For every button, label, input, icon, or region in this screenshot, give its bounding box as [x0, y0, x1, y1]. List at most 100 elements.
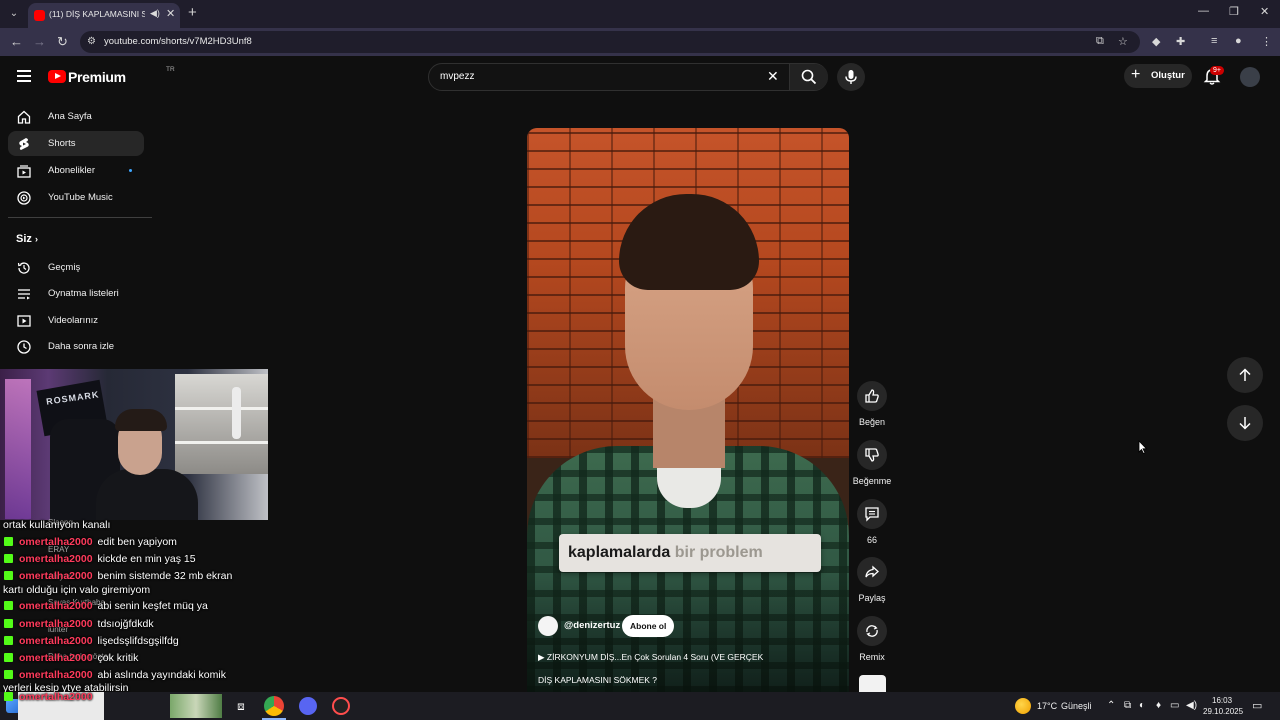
youtube-favicon-icon [34, 10, 45, 21]
chat-text: çok kritik [97, 652, 139, 664]
subscribe-button[interactable]: Abone ol [622, 615, 675, 637]
sidebar-item-youtube-music[interactable]: YouTube Music [8, 185, 144, 210]
video-title[interactable]: ▶ ZİRKONYUM DİŞ...En Çok Sorulan 4 Soru … [538, 646, 838, 692]
taskbar-widget-image[interactable] [170, 694, 222, 718]
arrow-up-icon [1239, 368, 1251, 381]
clock-time[interactable]: 16:03 [1212, 696, 1232, 705]
browser-menu-icon[interactable]: ⋮ [1261, 35, 1272, 48]
volume-icon[interactable]: ◀) [1186, 700, 1197, 711]
sidebar-section-you[interactable]: Siz › [16, 233, 38, 245]
obs-taskbar-icon[interactable] [332, 697, 350, 715]
home-icon [17, 110, 31, 124]
close-tab-icon[interactable]: ✕ [166, 7, 175, 20]
speaker-icon[interactable]: ◀) [150, 8, 160, 19]
next-short-button[interactable] [1227, 405, 1263, 441]
comment-icon [865, 507, 879, 522]
sidebar-item-shorts[interactable]: Shorts [8, 131, 144, 156]
address-bar[interactable]: ⚙ youtube.com/shorts/v7M2HD3Unf8 [80, 31, 1140, 53]
dislike-button[interactable]: Beğenme [852, 440, 892, 486]
channel-name[interactable]: @denizertuz [564, 620, 620, 631]
chrome-taskbar-icon[interactable] [264, 696, 284, 716]
like-label: Beğen [858, 417, 886, 427]
chat-text: lişedsşlifdsgşilfdg [97, 635, 179, 647]
chat-username: omertalha2000 [19, 553, 93, 565]
logo-text: Premium [68, 69, 126, 85]
search-box[interactable]: mvpezz ✕ [428, 63, 828, 91]
account-avatar[interactable] [1240, 67, 1260, 87]
new-tab-button[interactable]: + [188, 4, 197, 21]
video-caption: kaplamalarda bir problem [559, 534, 821, 572]
previous-short-button[interactable] [1227, 357, 1263, 393]
sound-thumbnail[interactable] [859, 675, 886, 692]
extension-icon[interactable]: ◆ [1152, 35, 1160, 48]
restore-button[interactable]: ❐ [1229, 5, 1239, 18]
profile-icon[interactable]: ● [1235, 35, 1242, 47]
sidebar-item-playlists[interactable]: Oynatma listeleri [8, 281, 144, 306]
reload-button[interactable]: ↻ [57, 34, 68, 50]
sidebar-item-label: Geçmiş [48, 262, 81, 273]
share-button[interactable]: Paylaş [852, 557, 892, 603]
search-input[interactable]: mvpezz [440, 71, 474, 82]
discord-taskbar-icon[interactable] [299, 697, 317, 715]
browser-toolbar: ← → ↻ ⚙ youtube.com/shorts/v7M2HD3Unf8 ⧉… [0, 28, 1280, 56]
tray-mic-icon[interactable]: ♦ [1156, 700, 1161, 711]
weather-temperature: 17°C [1037, 701, 1058, 711]
clock-date[interactable]: 29.10.2025 [1203, 707, 1243, 716]
shorts-icon [19, 138, 29, 150]
region-code: TR [166, 66, 175, 73]
chat-username: omertalha2000 [19, 691, 93, 703]
task-view-icon[interactable]: ⧈ [232, 697, 250, 715]
sidebar-divider [8, 217, 152, 218]
forward-button[interactable]: → [33, 34, 46, 49]
voice-search-button[interactable] [837, 63, 865, 91]
back-button[interactable]: ← [10, 34, 23, 49]
chat-message: omertalha2000 kickde en min yaş 15 [4, 553, 196, 565]
comments-button[interactable]: 66 [852, 499, 892, 545]
chat-username: omertalha2000 [19, 618, 93, 630]
playlists-icon [18, 289, 30, 300]
url-text: youtube.com/shorts/v7M2HD3Unf8 [104, 36, 252, 47]
remix-icon [866, 625, 878, 637]
network-icon[interactable]: ▭ [1170, 700, 1179, 711]
browser-tab[interactable]: (11) DİŞ KAPLAMASINI SÖKMEK ◀) ✕ [28, 3, 180, 28]
chat-username: omertalha2000 [19, 652, 93, 664]
notification-center-icon[interactable]: ▭ [1252, 699, 1262, 712]
sidebar-item-home[interactable]: Ana Sayfa [8, 104, 144, 129]
video-title-line: DİŞ KAPLAMASINI SÖKMEK ? [538, 675, 658, 685]
create-button[interactable]: + Oluştur [1124, 64, 1192, 88]
site-info-icon[interactable]: ⚙ [87, 36, 96, 47]
chat-text: edit ben yapiyom [97, 536, 177, 548]
tray-app-icon[interactable]: ◐ [1139, 700, 1145, 711]
chat-text: kickde en min yaş 15 [97, 553, 196, 565]
notifications-badge: 9+ [1210, 66, 1224, 75]
tray-chevron-up-icon[interactable]: ⌃ [1107, 700, 1115, 711]
kick-icon [4, 653, 13, 662]
kick-icon [4, 554, 13, 563]
remix-button[interactable]: Remix [852, 616, 892, 662]
sidebar-item-subscriptions[interactable]: Abonelikler [8, 158, 144, 183]
sidebar-item-your-videos[interactable]: Videolarınız [8, 308, 144, 333]
chat-message-wrap: kartı olduğu için valo giremiyom [3, 584, 150, 596]
close-window-button[interactable]: ✕ [1260, 5, 1269, 18]
clear-search-icon[interactable]: ✕ [767, 68, 779, 85]
install-app-icon[interactable]: ⧉ [1096, 35, 1104, 48]
bookmark-star-icon[interactable]: ☆ [1118, 35, 1128, 48]
minimize-button[interactable]: — [1198, 5, 1209, 17]
tab-search-button[interactable]: ⌄ [6, 6, 22, 22]
your-videos-icon [17, 315, 31, 327]
menu-hamburger-icon[interactable] [17, 70, 31, 82]
chat-text: kartı olduğu için valo giremiyom [3, 584, 151, 596]
windows-taskbar: omertalha2000 ⧈ 17°C Güneşli ⌃ ⧉ ◐ ♦ ▭ ◀… [0, 691, 1280, 720]
channel-avatar[interactable] [538, 616, 558, 636]
extensions-puzzle-icon[interactable]: ✚ [1176, 35, 1185, 48]
sidebar-item-history[interactable]: Geçmiş [8, 255, 144, 280]
media-control-icon[interactable]: ≡ [1211, 35, 1217, 47]
search-button[interactable] [789, 64, 828, 90]
create-label: Oluştur [1151, 70, 1185, 81]
shorts-video-player[interactable]: kaplamalarda bir problem @denizertuz Abo… [527, 128, 849, 693]
sidebar-item-watch-later[interactable]: Daha sonra izle [8, 334, 144, 359]
like-button[interactable]: Beğen [852, 381, 892, 427]
shelf [175, 374, 268, 474]
tray-app-icon[interactable]: ⧉ [1124, 700, 1131, 711]
weather-sun-icon[interactable] [1015, 698, 1031, 714]
